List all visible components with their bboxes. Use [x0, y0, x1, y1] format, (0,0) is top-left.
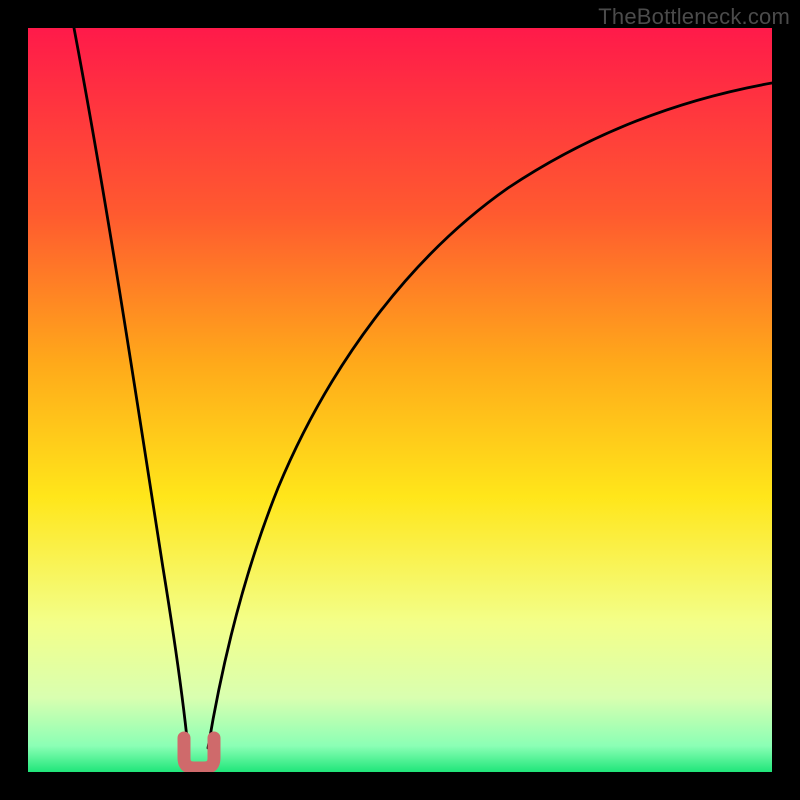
- watermark-text: TheBottleneck.com: [598, 4, 790, 30]
- optimal-zone-u-marker: [184, 738, 214, 768]
- bottleneck-curve-left: [74, 28, 188, 748]
- bottleneck-curve-right: [208, 83, 772, 748]
- chart-curves-layer: [28, 28, 772, 772]
- chart-plot-area: [28, 28, 772, 772]
